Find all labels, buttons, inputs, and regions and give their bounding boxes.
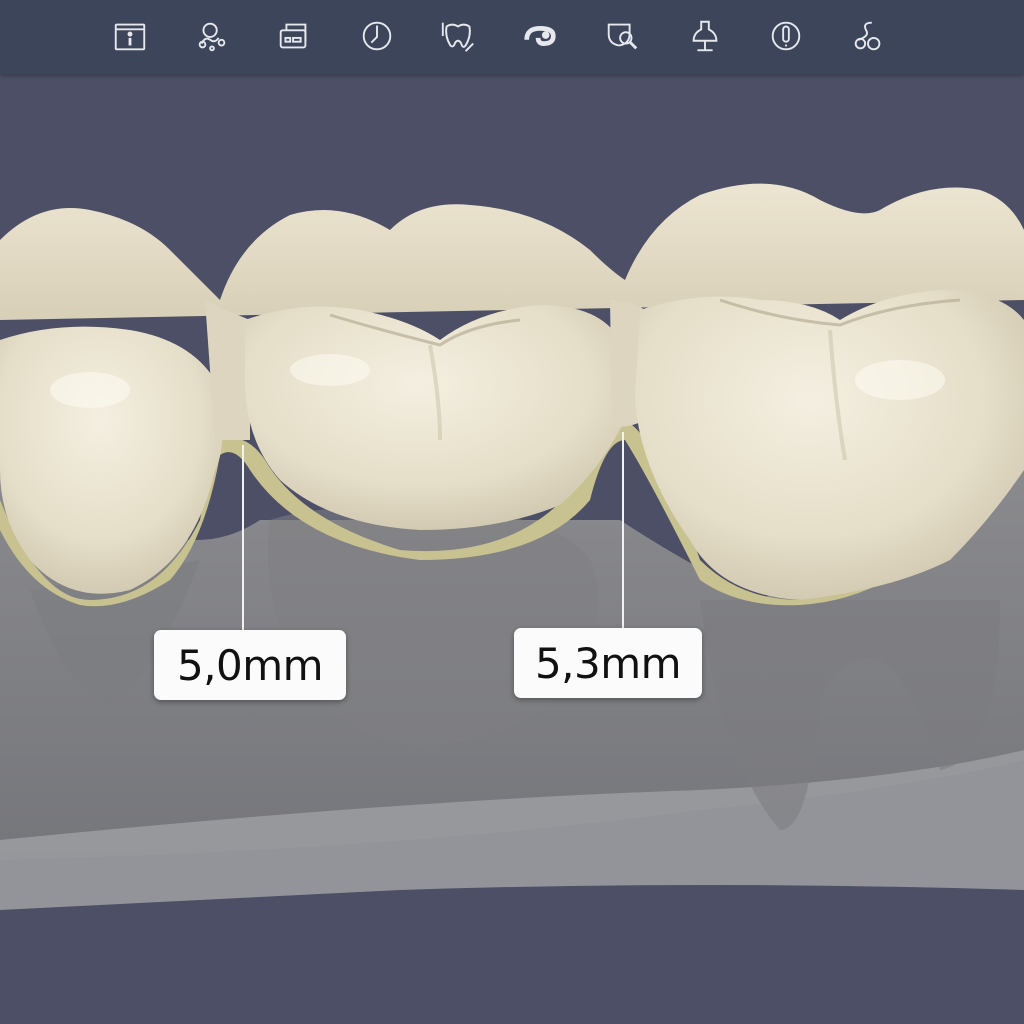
scan-data-button[interactable] xyxy=(272,14,316,58)
help-icon xyxy=(771,21,801,51)
bridge-back-ridge xyxy=(0,183,1024,320)
connector-button[interactable] xyxy=(683,14,727,58)
tooth-library-icon xyxy=(198,22,226,52)
toolbar xyxy=(0,0,1024,74)
measurement-label-1: 5,0mm xyxy=(154,630,346,700)
clock-button[interactable] xyxy=(355,14,399,58)
connector-icon xyxy=(692,20,718,52)
morph-icon xyxy=(524,26,556,46)
finalize-button[interactable] xyxy=(846,14,890,58)
tooth-edit-button[interactable] xyxy=(436,14,480,58)
inspect-button[interactable] xyxy=(600,14,644,58)
scan-data-icon xyxy=(279,23,307,49)
inspect-icon xyxy=(607,23,638,50)
finalize-icon xyxy=(854,21,881,51)
info-button[interactable] xyxy=(108,14,152,58)
clock-icon xyxy=(362,21,392,51)
tooth-library-button[interactable] xyxy=(190,14,234,58)
info-icon xyxy=(114,23,146,51)
tooth-edit-icon xyxy=(441,22,474,52)
dental-scene xyxy=(0,183,1024,910)
3d-viewport[interactable] xyxy=(0,74,1024,1024)
measurement-label-2: 5,3mm xyxy=(514,628,702,698)
help-button[interactable] xyxy=(764,14,808,58)
morph-button[interactable] xyxy=(518,14,562,58)
